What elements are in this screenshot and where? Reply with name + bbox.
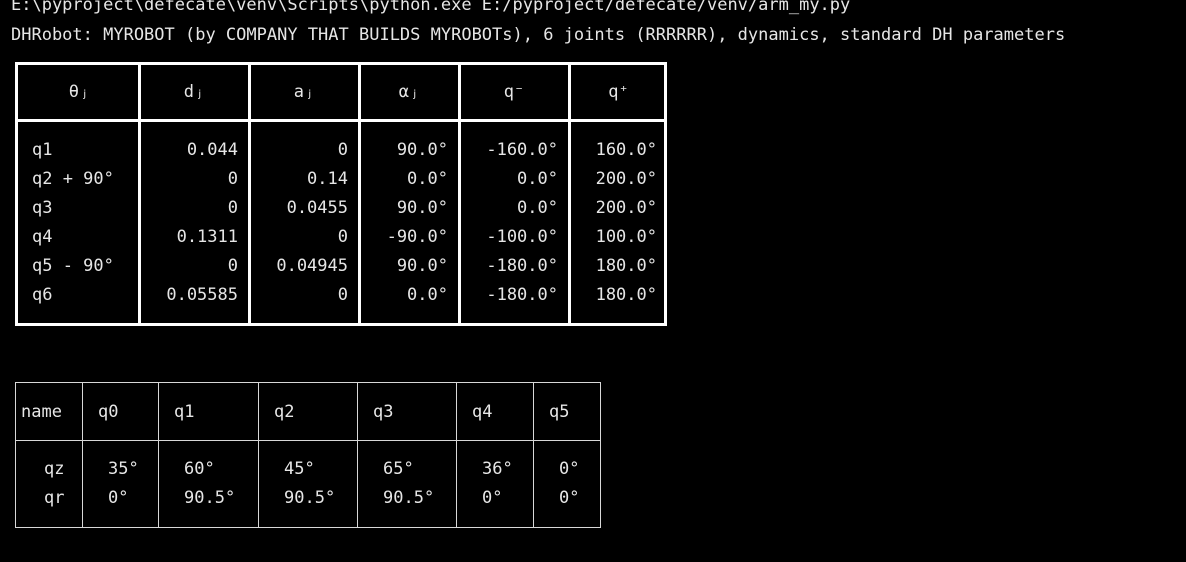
config-table-cell: 60°	[184, 459, 215, 479]
dh-table-cell: 180.0°	[595, 256, 657, 276]
dh-header-cell: q⁻	[503, 82, 525, 102]
config-table-cell: 35°	[108, 459, 139, 479]
config-table-cell: 90.5°	[284, 488, 336, 508]
column-divider	[258, 383, 259, 527]
dh-table-cell: q6	[32, 285, 53, 305]
config-table-cell: 0°	[482, 488, 503, 508]
dh-table-cell: 90.0°	[396, 140, 448, 160]
column-divider	[248, 65, 251, 323]
config-table-cell: 65°	[383, 459, 414, 479]
dh-table-cell: 90.0°	[396, 256, 448, 276]
dh-table-cell: 180.0°	[595, 285, 657, 305]
dh-table-cell: -90.0°	[386, 227, 448, 247]
column-divider	[158, 383, 159, 527]
dh-table-cell: q3	[32, 198, 53, 218]
dh-table-cell: 0.04945	[276, 256, 348, 276]
command-line: E:\pyproject\defecate\venv\Scripts\pytho…	[11, 0, 851, 15]
dh-header-cell: aⱼ	[293, 82, 315, 102]
column-divider	[358, 65, 361, 323]
config-table-cell: qr	[44, 488, 65, 508]
column-divider	[357, 383, 358, 527]
dh-header-cell: θⱼ	[68, 82, 90, 102]
config-table-cell: 90.5°	[383, 488, 435, 508]
config-table-cell: 0°	[559, 488, 580, 508]
dh-table-cell: -180.0°	[486, 256, 558, 276]
dh-table-cell: 0	[337, 285, 348, 305]
dh-table-cell: 0.0455	[286, 198, 348, 218]
dh-table-cell: 0.0°	[517, 169, 558, 189]
dh-table-cell: 0.044	[186, 140, 238, 160]
config-header-cell: q3	[373, 402, 394, 422]
config-table-cell: 36°	[482, 459, 513, 479]
robot-description: DHRobot: MYROBOT (by COMPANY THAT BUILDS…	[11, 25, 1066, 45]
dh-table-cell: 0	[337, 227, 348, 247]
column-divider	[82, 383, 83, 527]
config-table-cell: 90.5°	[184, 488, 236, 508]
dh-header-cell: ⍺ⱼ	[398, 82, 420, 102]
dh-table-cell: 200.0°	[595, 198, 657, 218]
dh-table-cell: q2 + 90°	[32, 169, 114, 189]
config-header-cell: q2	[274, 402, 295, 422]
dh-table-cell: 0.0°	[517, 198, 558, 218]
dh-table-cell: q5 - 90°	[32, 256, 114, 276]
dh-table-cell: -180.0°	[486, 285, 558, 305]
dh-table-cell: 0.14	[307, 169, 348, 189]
dh-table-cell: 0	[227, 198, 238, 218]
column-divider	[138, 65, 141, 323]
column-divider	[456, 383, 457, 527]
dh-parameter-table: θⱼ dⱼ aⱼ ⍺ⱼ q⁻ q⁺ q1 0.044 0 90.0° -160.0° 160.0° q2…	[15, 62, 667, 326]
config-header-cell: name	[21, 402, 62, 422]
config-table-cell: qz	[44, 459, 65, 479]
dh-table-cell: 0	[227, 169, 238, 189]
column-divider	[568, 65, 571, 323]
dh-table-cell: 0	[227, 256, 238, 276]
dh-header-cell: q⁺	[608, 82, 629, 102]
column-divider	[533, 383, 534, 527]
config-header-cell: q4	[472, 402, 493, 422]
dh-header-cell: dⱼ	[183, 82, 205, 102]
dh-table-cell: 100.0°	[595, 227, 657, 247]
config-table-cell: 0°	[108, 488, 129, 508]
dh-table-cell: -100.0°	[486, 227, 558, 247]
dh-table-cell: q4	[32, 227, 53, 247]
dh-table-cell: q1	[32, 140, 53, 160]
config-table-cell: 0°	[559, 459, 580, 479]
dh-table-cell: 0.1311	[176, 227, 238, 247]
dh-table-cell: 0.05585	[166, 285, 238, 305]
config-table-cell: 45°	[284, 459, 315, 479]
config-header-cell: q1	[174, 402, 195, 422]
header-separator	[16, 440, 600, 441]
dh-table-cell: -160.0°	[486, 140, 558, 160]
dh-table-cell: 0.0°	[407, 285, 448, 305]
joint-configuration-table: name q0 q1 q2 q3 q4 q5 qz 35° 60° 45° 65° 36° 0° qr 0° 9…	[15, 382, 601, 528]
dh-table-cell: 200.0°	[595, 169, 657, 189]
column-divider	[458, 65, 461, 323]
dh-table-cell: 90.0°	[396, 198, 448, 218]
dh-table-cell: 160.0°	[595, 140, 657, 160]
dh-table-cell: 0	[337, 140, 348, 160]
dh-table-cell: 0.0°	[407, 169, 448, 189]
config-header-cell: q5	[549, 402, 570, 422]
config-header-cell: q0	[98, 402, 119, 422]
